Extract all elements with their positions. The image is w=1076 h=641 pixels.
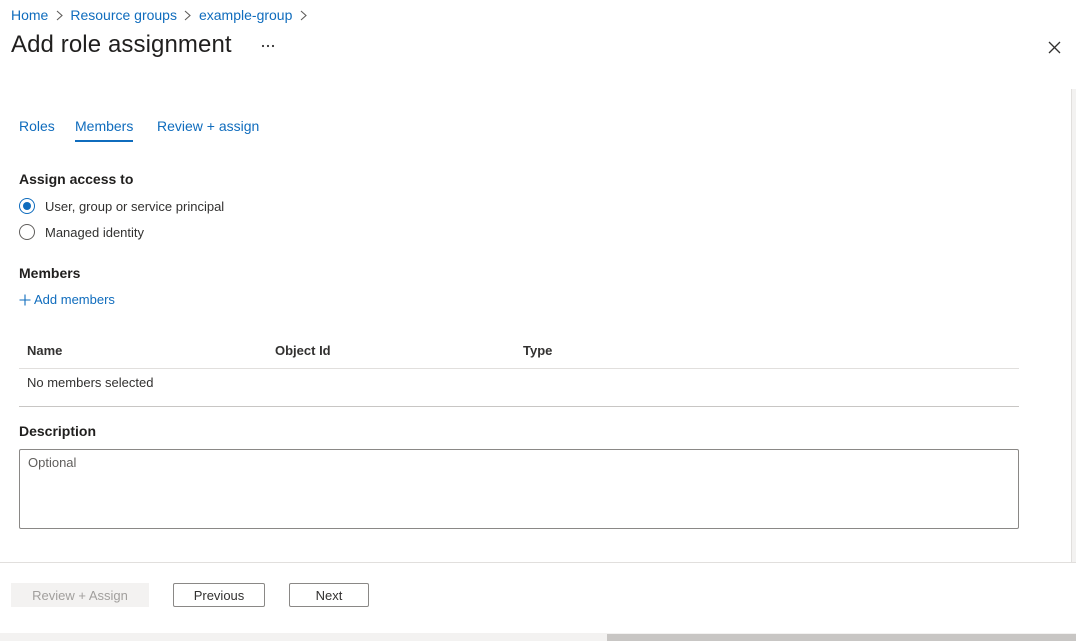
chevron-right-icon (292, 9, 314, 21)
table-bottom-divider (19, 406, 1019, 407)
horizontal-scrollbar-thumb[interactable] (607, 634, 1076, 641)
table-empty-message: No members selected (27, 375, 154, 390)
breadcrumb-resource-groups[interactable]: Resource groups (70, 7, 177, 23)
members-label: Members (19, 265, 81, 281)
description-input[interactable] (19, 449, 1019, 529)
column-header-object-id[interactable]: Object Id (275, 343, 331, 358)
radio-checked-icon[interactable] (19, 198, 35, 214)
column-header-type[interactable]: Type (523, 343, 552, 358)
vertical-scrollbar[interactable] (1071, 89, 1076, 563)
breadcrumb-home[interactable]: Home (11, 7, 48, 23)
review-assign-button: Review + Assign (11, 583, 149, 607)
ellipsis-icon[interactable] (259, 36, 277, 56)
close-icon[interactable] (1043, 36, 1065, 58)
add-members-label: Add members (34, 292, 115, 307)
next-button[interactable]: Next (289, 583, 369, 607)
chevron-right-icon (177, 9, 199, 21)
radio-label: User, group or service principal (45, 198, 225, 214)
plus-icon (19, 294, 31, 306)
chevron-right-icon (48, 9, 70, 21)
assign-access-label: Assign access to (19, 171, 134, 187)
tab-roles[interactable]: Roles (19, 118, 55, 134)
radio-label: Managed identity (45, 224, 145, 240)
radio-user-group-sp[interactable]: User, group or service principal (19, 198, 224, 214)
previous-button[interactable]: Previous (173, 583, 265, 607)
breadcrumb-example-group[interactable]: example-group (199, 7, 292, 23)
page-title: Add role assignment (11, 31, 232, 58)
radio-managed-identity[interactable]: Managed identity (19, 224, 144, 240)
breadcrumb: Home Resource groups example-group (11, 6, 314, 24)
tab-selected-indicator (75, 140, 133, 142)
table-header-divider (19, 368, 1019, 369)
add-members-button[interactable]: Add members (19, 292, 115, 307)
description-label: Description (19, 423, 97, 439)
radio-unchecked-icon[interactable] (19, 224, 35, 240)
footer-divider (0, 562, 1076, 563)
column-header-name[interactable]: Name (27, 343, 62, 358)
tab-review-assign[interactable]: Review + assign (157, 118, 259, 134)
tab-members[interactable]: Members (75, 118, 133, 134)
